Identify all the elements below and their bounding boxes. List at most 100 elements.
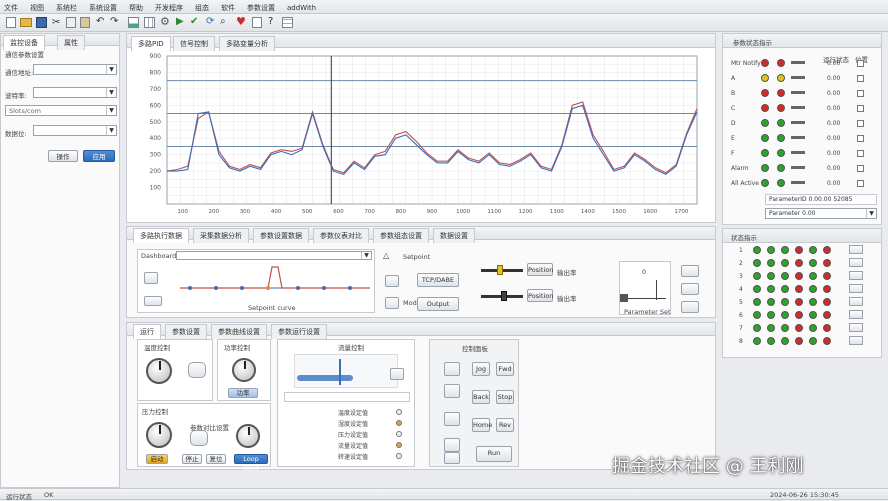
flow-radio-2[interactable] bbox=[396, 431, 402, 437]
tab-bottom-2[interactable]: 参数曲线设置 bbox=[211, 324, 267, 339]
keypad-home[interactable]: Home bbox=[472, 418, 492, 432]
menu-item-8[interactable]: 参数设置 bbox=[247, 4, 275, 12]
status-row-checkbox[interactable] bbox=[857, 105, 864, 112]
play-icon[interactable]: ▶ bbox=[176, 16, 184, 27]
setpoint-button[interactable] bbox=[385, 275, 399, 287]
ok-button[interactable]: 操作 bbox=[48, 150, 78, 162]
chevron-down-icon[interactable]: ▼ bbox=[106, 88, 116, 97]
status-row-checkbox[interactable] bbox=[857, 75, 864, 82]
menu-item-0[interactable]: 文件 bbox=[4, 4, 18, 12]
tab-middle-5[interactable]: 数据设置 bbox=[433, 228, 475, 243]
paste-icon[interactable] bbox=[80, 17, 90, 28]
calc-button[interactable] bbox=[681, 283, 699, 295]
status-row-checkbox[interactable] bbox=[857, 150, 864, 157]
keypad-run[interactable]: Run bbox=[476, 446, 512, 462]
tab-middle-4[interactable]: 参数组态设置 bbox=[373, 228, 429, 243]
keypad-jog[interactable]: Jog bbox=[472, 362, 490, 376]
tab-middle-3[interactable]: 参数仪表对比 bbox=[313, 228, 369, 243]
menu-item-2[interactable]: 系统栏 bbox=[56, 4, 77, 12]
keypad-mid[interactable] bbox=[444, 384, 460, 398]
loop-start-button[interactable]: Loop Start bbox=[234, 454, 268, 472]
curve-select[interactable]: ▼ bbox=[176, 251, 372, 260]
matrix-row-button[interactable] bbox=[849, 245, 863, 254]
open-icon[interactable] bbox=[20, 18, 32, 27]
status-row-checkbox[interactable] bbox=[857, 60, 864, 67]
keypad-down[interactable] bbox=[444, 412, 460, 426]
tab-properties[interactable]: 属性 bbox=[57, 35, 85, 50]
doc-icon[interactable] bbox=[252, 17, 262, 28]
reset-button[interactable]: 复位 bbox=[206, 454, 226, 464]
chevron-down-icon[interactable]: ▼ bbox=[106, 126, 116, 135]
chevron-down-icon[interactable]: ▼ bbox=[361, 252, 371, 259]
matrix-row-button[interactable] bbox=[849, 271, 863, 280]
tcp-button[interactable]: TCP/DABE bbox=[417, 273, 459, 287]
pressure-toggle[interactable] bbox=[190, 430, 208, 446]
mode-button[interactable] bbox=[385, 297, 399, 309]
copy-icon[interactable] bbox=[66, 17, 76, 28]
port-field[interactable]: Slots/com ▼ bbox=[5, 105, 117, 116]
slider1-handle[interactable] bbox=[497, 265, 503, 275]
menu-item-7[interactable]: 软件 bbox=[221, 4, 235, 12]
keypad-bottom[interactable] bbox=[444, 452, 460, 464]
gauge-handle[interactable] bbox=[620, 294, 628, 302]
keypad-left[interactable] bbox=[444, 438, 460, 452]
eject-button[interactable] bbox=[681, 265, 699, 277]
flow-radio-0[interactable] bbox=[396, 409, 402, 415]
list-button[interactable] bbox=[681, 301, 699, 313]
cut-icon[interactable]: ✂ bbox=[52, 17, 60, 28]
tab-middle-0[interactable]: 多路执行数据 bbox=[133, 228, 189, 243]
save-icon[interactable] bbox=[36, 17, 47, 28]
grid2-icon[interactable] bbox=[282, 17, 293, 28]
power-knob[interactable] bbox=[232, 358, 256, 382]
temperature-knob[interactable] bbox=[146, 358, 172, 384]
keypad-stop[interactable]: Stop bbox=[496, 390, 514, 404]
matrix-row-button[interactable] bbox=[849, 336, 863, 345]
menu-item-1[interactable]: 视图 bbox=[30, 4, 44, 12]
new-icon[interactable] bbox=[6, 17, 16, 28]
heart-icon[interactable]: ♥ bbox=[236, 15, 246, 28]
menu-item-6[interactable]: 组态 bbox=[195, 4, 209, 12]
flow-radio-1[interactable] bbox=[396, 420, 402, 426]
baud-field[interactable]: ▼ bbox=[33, 87, 117, 98]
tab-bottom-0[interactable]: 运行 bbox=[133, 324, 161, 339]
check-icon[interactable]: ✔ bbox=[190, 16, 198, 27]
output-button[interactable]: Output bbox=[417, 297, 459, 311]
tab-middle-2[interactable]: 参数设置数据 bbox=[253, 228, 309, 243]
curve-stop-button[interactable] bbox=[144, 272, 158, 284]
tab-bottom-3[interactable]: 参数运行设置 bbox=[271, 324, 327, 339]
menu-item-4[interactable]: 帮助 bbox=[129, 4, 143, 12]
chart-icon[interactable] bbox=[128, 17, 139, 28]
status-row-checkbox[interactable] bbox=[857, 90, 864, 97]
stop-button[interactable]: 停止 bbox=[182, 454, 202, 464]
status-row-checkbox[interactable] bbox=[857, 165, 864, 172]
start-button[interactable]: 启动 bbox=[146, 454, 168, 464]
status-row-checkbox[interactable] bbox=[857, 135, 864, 142]
help-icon[interactable]: ? bbox=[268, 16, 273, 27]
refresh-icon[interactable]: ⟳ bbox=[206, 16, 214, 27]
keypad-back[interactable]: Back bbox=[472, 390, 490, 404]
pressure-knob[interactable] bbox=[146, 422, 172, 448]
curve-mode-button[interactable] bbox=[144, 296, 162, 306]
slider2-handle[interactable] bbox=[501, 291, 507, 301]
pressure-knob-2[interactable] bbox=[236, 424, 260, 448]
flow-radio-4[interactable] bbox=[396, 453, 402, 459]
matrix-row-button[interactable] bbox=[849, 297, 863, 306]
tab-monitor[interactable]: 监控设备 bbox=[3, 35, 45, 50]
settings-icon[interactable]: ⚙ bbox=[160, 15, 170, 28]
grid-icon[interactable] bbox=[144, 17, 155, 28]
status-row-checkbox[interactable] bbox=[857, 180, 864, 187]
menu-item-3[interactable]: 系统设置 bbox=[89, 4, 117, 12]
undo-icon[interactable]: ↶ bbox=[96, 16, 104, 27]
keypad-rev[interactable]: Rev bbox=[496, 418, 514, 432]
zoom-icon[interactable]: ⌕ bbox=[220, 16, 226, 27]
status-row-checkbox[interactable] bbox=[857, 120, 864, 127]
temperature-toggle[interactable] bbox=[188, 362, 206, 378]
redo-icon[interactable]: ↷ bbox=[110, 16, 118, 27]
chevron-down-icon[interactable]: ▼ bbox=[106, 106, 116, 115]
matrix-row-button[interactable] bbox=[849, 323, 863, 332]
menu-item-9[interactable]: addWith bbox=[287, 4, 316, 12]
tab-bottom-1[interactable]: 参数设置 bbox=[165, 324, 207, 339]
matrix-row-button[interactable] bbox=[849, 258, 863, 267]
keypad-fwd[interactable]: Fwd bbox=[496, 362, 514, 376]
address-field[interactable]: ▼ bbox=[33, 64, 117, 75]
